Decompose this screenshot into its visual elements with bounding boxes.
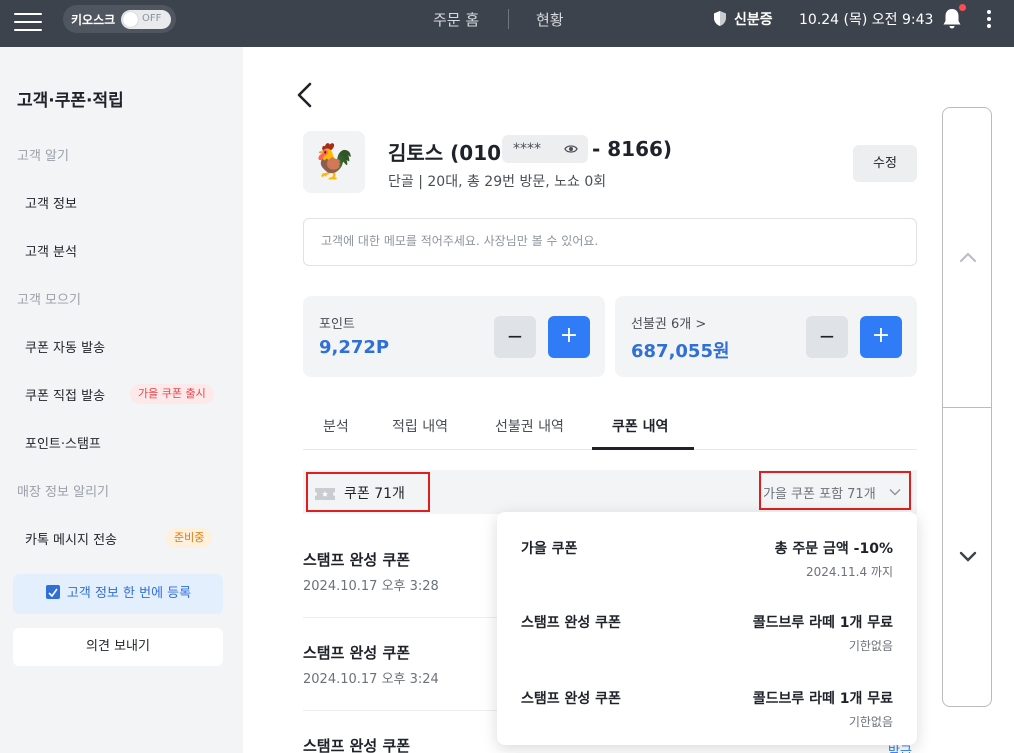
customer-summary: 단골 | 20대, 총 29번 방문, 노쇼 0회 [388, 174, 607, 190]
notification-dot [959, 4, 966, 11]
sidebar-item-points-stamps[interactable]: 포인트·스탬프 [25, 433, 101, 452]
coupon-item-date: 2024.10.17 오후 3:28 [303, 579, 439, 594]
option-name: 스탬프 완성 쿠폰 [521, 615, 621, 631]
sidebar-item-direct-coupon[interactable]: 쿠폰 직접 발송 [25, 385, 105, 404]
datetime: 10.24 (목) 오전 9:43 [799, 12, 934, 28]
top-bar: 키오스크 OFF 주문 홈 현황 신분증 10.24 (목) 오전 9:43 [0, 0, 1014, 47]
customer-name: 김토스 (010 - [388, 141, 517, 165]
option-benefit: 총 주문 금액 -10% [774, 541, 893, 557]
chevron-down-icon [889, 489, 901, 496]
chevron-down-icon[interactable] [958, 550, 978, 564]
option-expiry: 기한없음 [848, 639, 893, 653]
coming-soon-badge: 준비중 [166, 528, 213, 548]
register-label: 고객 정보 한 번에 등록 [66, 586, 192, 601]
tab-coupon-history[interactable]: 쿠폰 내역 [612, 416, 668, 436]
new-coupon-badge: 가을 쿠폰 출시 [130, 384, 214, 404]
kiosk-label: 키오스크 [71, 13, 116, 27]
more-icon[interactable] [983, 9, 995, 29]
prepaid-plus-button[interactable]: + [860, 316, 902, 358]
eye-icon[interactable] [564, 143, 578, 155]
memo-input[interactable]: 고객에 대한 메모를 적어주세요. 사장님만 볼 수 있어요. [303, 218, 917, 266]
kiosk-switch[interactable]: OFF [121, 10, 171, 29]
sidebar-item-customer-analysis[interactable]: 고객 분석 [25, 241, 77, 260]
tab-prepaid-history[interactable]: 선불권 내역 [495, 416, 564, 436]
option-benefit: 콜드브루 라떼 1개 무료 [752, 615, 893, 631]
prepaid-value: 687,055원 [631, 341, 730, 362]
prepaid-minus-button[interactable]: − [806, 316, 848, 358]
tab-bar: 분석 적립 내역 선불권 내역 쿠폰 내역 [303, 405, 917, 450]
switch-knob [123, 12, 138, 27]
id-check-button[interactable]: 신분증 [712, 9, 773, 29]
coupon-item-title[interactable]: 스탬프 완성 쿠폰 [303, 549, 410, 570]
points-minus-button[interactable]: − [494, 316, 536, 358]
option-name: 스탬프 완성 쿠폰 [521, 691, 621, 707]
scroll-panel [942, 107, 992, 707]
section-store-info: 매장 정보 알리기 [17, 485, 109, 500]
points-label: 포인트 [319, 317, 355, 332]
active-tab-indicator [592, 447, 694, 450]
sidebar-item-auto-coupon[interactable]: 쿠폰 자동 발송 [25, 337, 105, 356]
feedback-button[interactable]: 의견 보내기 [13, 628, 223, 666]
id-check-label: 신분증 [734, 12, 773, 28]
option-expiry: 2024.11.4 까지 [806, 565, 893, 579]
section-know-customer: 고객 알기 [17, 149, 69, 164]
tab-analysis[interactable]: 분석 [323, 416, 349, 436]
avatar: 🐓 [303, 131, 365, 193]
masked-phone[interactable]: **** [502, 135, 588, 163]
dropdown-option[interactable]: 스탬프 완성 쿠폰 콜드브루 라떼 1개 무료 기한없음 [497, 688, 917, 748]
masked-digits: **** [513, 141, 541, 157]
chevron-up-icon[interactable] [958, 250, 978, 264]
phone-tail: - 8166) [592, 137, 673, 161]
ticket-icon [315, 488, 335, 500]
coupon-item-title[interactable]: 스탬프 완성 쿠폰 [303, 642, 410, 663]
nav-order-home[interactable]: 주문 홈 [433, 9, 479, 30]
sidebar-item-customer-info[interactable]: 고객 정보 [25, 193, 77, 212]
dropdown-option[interactable]: 스탬프 완성 쿠폰 콜드브루 라떼 1개 무료 기한없음 [497, 612, 917, 672]
upload-file-icon [45, 585, 60, 599]
nav-divider [508, 9, 509, 29]
edit-button[interactable]: 수정 [853, 145, 917, 182]
option-expiry: 기한없음 [848, 715, 893, 729]
points-plus-button[interactable]: + [548, 316, 590, 358]
sidebar-item-kakao-message[interactable]: 카톡 메시지 전송 [25, 529, 117, 548]
nav-status[interactable]: 현황 [536, 9, 564, 30]
sidebar: 고객·쿠폰·적립 고객 알기 고객 정보 고객 분석 고객 모으기 쿠폰 자동 … [0, 47, 243, 753]
kiosk-toggle-group[interactable]: 키오스크 OFF [63, 5, 176, 33]
coupon-filter-label: 가을 쿠폰 포함 71개 [763, 487, 876, 502]
option-name: 가을 쿠폰 [521, 541, 578, 557]
coupon-item-title[interactable]: 스탬프 완성 쿠폰 [303, 735, 410, 753]
kiosk-state: OFF [142, 13, 162, 24]
section-gather-customers: 고객 모으기 [17, 293, 81, 308]
sidebar-title: 고객·쿠폰·적립 [17, 91, 124, 111]
option-benefit: 콜드브루 라떼 1개 무료 [752, 691, 893, 707]
prepaid-label[interactable]: 선불권 6개 > [631, 313, 706, 332]
points-value: 9,272P [319, 337, 390, 358]
back-arrow-icon[interactable] [295, 82, 315, 108]
points-card: 포인트 9,272P − + [303, 296, 605, 377]
coupon-filter-dropdown[interactable]: 가을 쿠폰 포함 71개 [759, 471, 911, 510]
register-customers-button[interactable]: 고객 정보 한 번에 등록 [13, 574, 223, 614]
coupon-item-date: 2024.10.17 오후 3:24 [303, 672, 439, 687]
shield-icon [714, 11, 726, 26]
dropdown-option[interactable]: 가을 쿠폰 총 주문 금액 -10% 2024.11.4 까지 [497, 538, 917, 598]
coupon-filter-popup: 가을 쿠폰 총 주문 금액 -10% 2024.11.4 까지 스탬프 완성 쿠… [497, 512, 917, 745]
coupon-count: 쿠폰 71개 [306, 472, 430, 512]
coupon-count-label: 쿠폰 71개 [344, 486, 405, 502]
scroll-divider [943, 407, 991, 408]
menu-icon[interactable] [14, 10, 42, 34]
prepaid-card: 선불권 6개 > 687,055원 − + [615, 296, 917, 377]
tab-earn-history[interactable]: 적립 내역 [392, 416, 448, 436]
